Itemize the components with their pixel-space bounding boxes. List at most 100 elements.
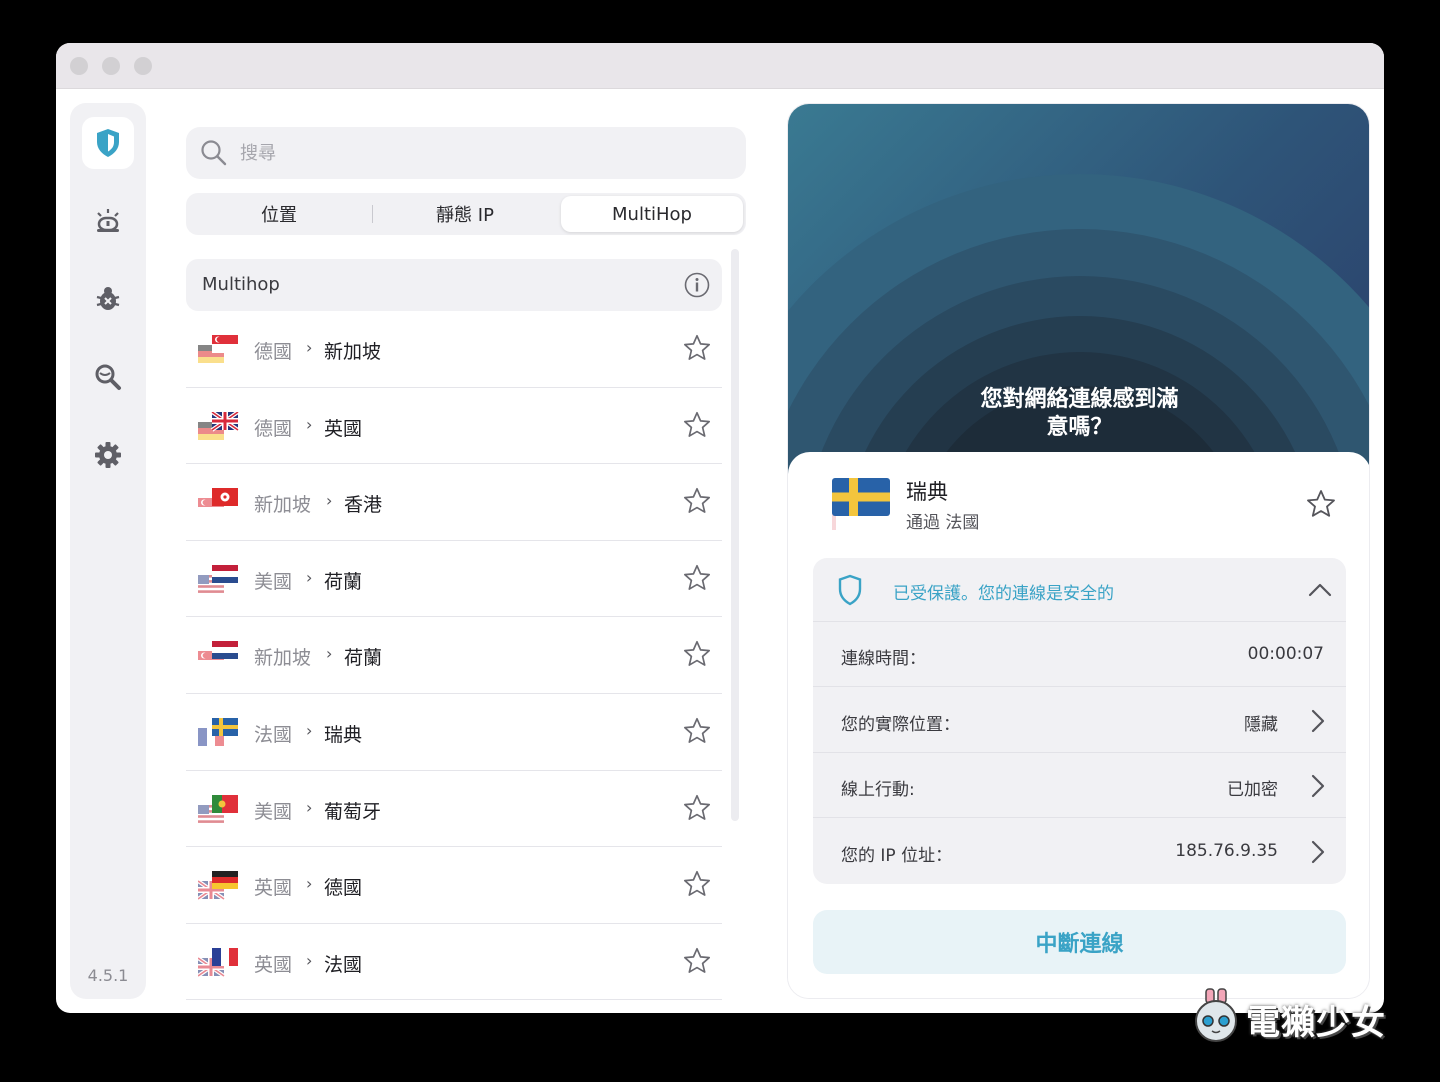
multihop-row[interactable]: 美國 › 葡萄牙 [186, 771, 722, 848]
star-icon[interactable] [682, 333, 712, 363]
search-box [186, 127, 746, 179]
netherlands-flag [212, 641, 238, 660]
usa-netherlands-flags [198, 564, 238, 593]
chevron-right-icon[interactable] [1306, 708, 1328, 734]
satisfaction-question: 您對網絡連線感到滿 意嗎？ [788, 386, 1369, 442]
detail-label: 您的實際位置： [841, 714, 960, 735]
detail-value: 已加密 [1227, 780, 1278, 800]
detail-label: 您的 IP 位址： [841, 845, 953, 866]
minimize-window-button[interactable] [102, 57, 120, 75]
star-icon[interactable] [682, 486, 712, 516]
star-icon[interactable] [682, 716, 712, 746]
status-text: 已受保護。您的連線是安全的 [893, 584, 1114, 604]
singapore-netherlands-flags [198, 641, 238, 670]
star-icon[interactable] [682, 410, 712, 440]
entry-country: 美國 [254, 800, 293, 823]
favorite-star-icon[interactable] [1305, 488, 1337, 520]
close-window-button[interactable] [70, 57, 88, 75]
sweden-flag [212, 717, 238, 736]
multihop-row[interactable]: 英國 › 德國 [186, 847, 722, 924]
entry-country: 英國 [254, 953, 293, 976]
hongkong-flag [212, 488, 238, 507]
singapore-hongkong-flags [198, 488, 238, 517]
chevron-right-icon[interactable] [1306, 773, 1328, 799]
location-tabs: 位置 靜態 IP MultiHop [186, 193, 746, 235]
info-icon[interactable] [684, 272, 710, 298]
shield-icon [97, 129, 119, 157]
entry-country: 英國 [254, 877, 293, 900]
multihop-row[interactable]: 新加坡 › 香港 [186, 464, 722, 541]
chevron-up-icon[interactable] [1306, 576, 1334, 604]
title-bar [56, 43, 1384, 89]
multihop-row[interactable]: 德國 › 英國 [186, 388, 722, 465]
sidebar-settings-button[interactable] [82, 429, 134, 481]
germany-uk-flags [198, 411, 240, 440]
multihop-row[interactable]: 法國 › 瑞典 [186, 694, 722, 771]
france-flag [212, 947, 238, 966]
germany-flag [212, 871, 238, 890]
tab-locations[interactable]: 位置 [186, 196, 372, 232]
star-icon[interactable] [682, 639, 712, 669]
status-detail-row[interactable]: 您的實際位置： 隱藏 [813, 688, 1346, 753]
connection-panel: 您對網絡連線感到滿 意嗎？ 瑞典 通過 法國 已受保護。您的連線是安全的 連線時… [787, 103, 1370, 999]
exit-country: 荷蘭 [324, 570, 363, 593]
status-box: 已受保護。您的連線是安全的 連線時間： 00:00:07 您的實際位置： 隱藏 線上行動… [813, 558, 1346, 884]
connection-card: 瑞典 通過 法國 已受保護。您的連線是安全的 連線時間： 00:00:07 您的實際… [788, 452, 1369, 998]
status-header[interactable]: 已受保護。您的連線是安全的 [813, 558, 1346, 622]
alarm-icon [97, 209, 119, 232]
search-input[interactable] [240, 127, 720, 179]
multihop-list: 德國 › 新加坡 德國 › 英國 新加坡 › 香港 美國 › 荷蘭 新加坡 › 荷蘭 法國 › 瑞典 美國 › 葡萄牙英… [186, 311, 722, 1001]
connection-flag [812, 478, 894, 536]
entry-country: 新加坡 [254, 647, 312, 670]
exit-country: 瑞典 [324, 723, 363, 746]
status-detail-row[interactable]: 線上行動: 已加密 [813, 753, 1346, 818]
exit-country: 英國 [324, 417, 363, 440]
multihop-header-label: Multihop [202, 274, 280, 295]
star-icon[interactable] [682, 563, 712, 593]
disconnect-button[interactable]: 中斷連線 [813, 910, 1346, 974]
exit-country: 香港 [344, 494, 383, 517]
exit-country: 德國 [324, 877, 363, 900]
sidebar-dark-web-monitor-button[interactable] [82, 351, 134, 403]
gear-icon [95, 442, 121, 468]
app-version: 4.5.1 [87, 966, 129, 985]
connected-country: 瑞典 [906, 480, 948, 504]
germany-singapore-flags [198, 335, 238, 363]
watermark: 電獺少女 [1188, 985, 1408, 1045]
search-icon [201, 140, 227, 166]
bug-icon [96, 287, 120, 310]
status-detail-row[interactable]: 您的 IP 位址： 185.76.9.35 [813, 819, 1346, 884]
mascot-icon [1195, 988, 1237, 1042]
multihop-row[interactable]: 英國 › 法國 [186, 924, 722, 1001]
zoom-window-button[interactable] [134, 57, 152, 75]
multihop-header: Multihop [186, 259, 722, 311]
chevron-right-icon[interactable] [1306, 839, 1328, 865]
exit-country: 法國 [324, 953, 363, 976]
multihop-row[interactable]: 美國 › 荷蘭 [186, 541, 722, 618]
detail-value: 00:00:07 [1247, 644, 1324, 664]
list-scrollbar[interactable] [731, 249, 739, 821]
entry-country: 美國 [254, 570, 293, 593]
uk-france-flags [198, 947, 238, 978]
question-line: 意嗎？ [1046, 415, 1113, 440]
chevron-right-icon: › [306, 567, 313, 587]
multihop-row[interactable]: 新加坡 › 荷蘭 [186, 617, 722, 694]
star-icon[interactable] [682, 946, 712, 976]
multihop-row[interactable]: 德國 › 新加坡 [186, 311, 722, 388]
star-icon[interactable] [682, 793, 712, 823]
chevron-right-icon: › [326, 644, 333, 664]
entry-country: 法國 [254, 723, 293, 746]
tab-static-ip[interactable]: 靜態 IP [372, 196, 558, 232]
entry-country: 新加坡 [254, 494, 312, 517]
sidebar-threat-protection-button[interactable] [82, 195, 134, 247]
app-window: 4.5.1 位置 靜態 IP MultiHop Multihop 德國›新加坡德… [56, 43, 1384, 1013]
singapore-flag [212, 335, 238, 353]
watermark-text: 電獺少女 [1246, 1003, 1386, 1043]
sidebar-vpn-button[interactable] [82, 117, 134, 169]
chevron-right-icon: › [306, 414, 313, 434]
sidebar-antivirus-button[interactable] [82, 273, 134, 325]
star-icon[interactable] [682, 869, 712, 899]
tab-multihop[interactable]: MultiHop [561, 196, 743, 232]
shield-icon [838, 574, 862, 606]
detail-value: 185.76.9.35 [1175, 840, 1278, 861]
